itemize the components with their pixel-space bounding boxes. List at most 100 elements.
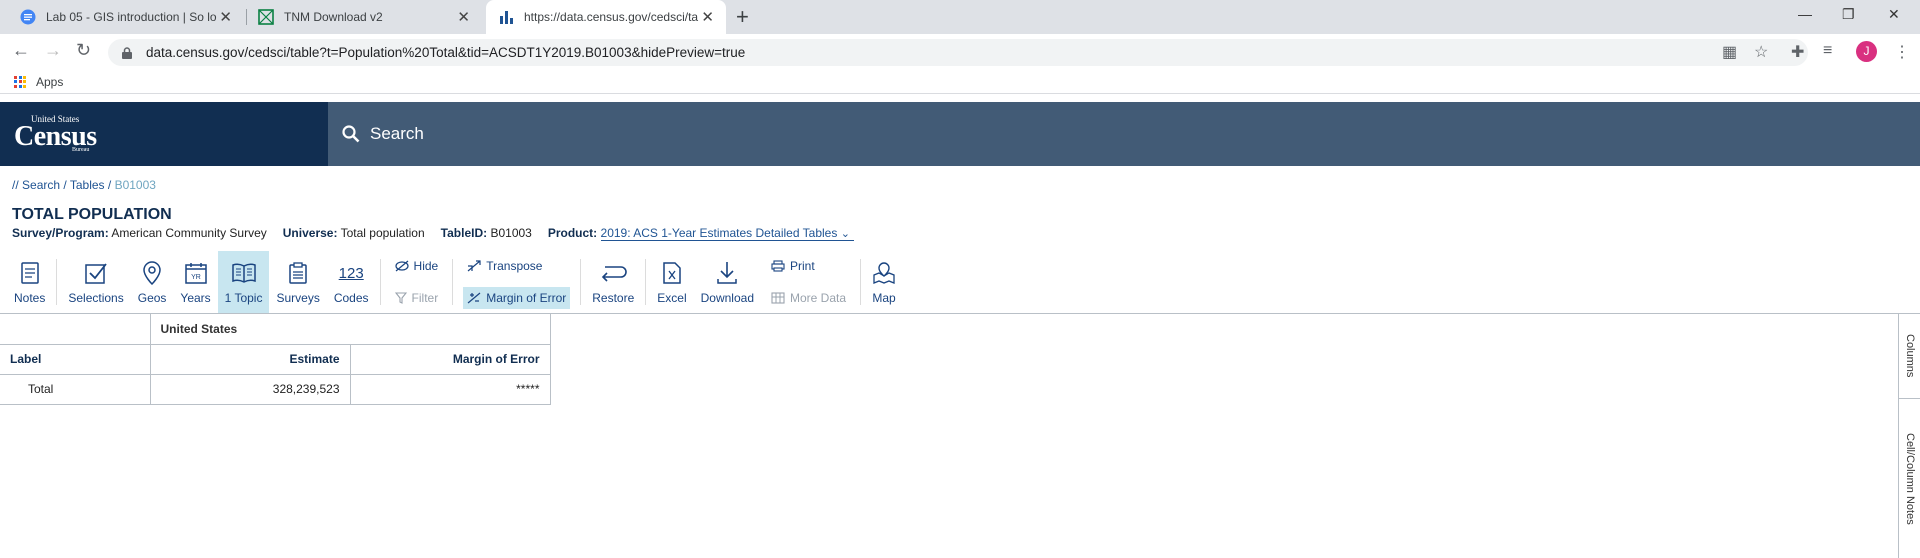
row-estimate: 328,239,523 bbox=[149, 373, 351, 405]
browser-tab-tnm[interactable]: TNM Download v2 ✕ bbox=[246, 0, 482, 34]
codes-button[interactable]: 123 Codes bbox=[327, 251, 376, 313]
calendar-icon: YR bbox=[184, 259, 207, 287]
browser-tab-census[interactable]: https://data.census.gov/cedsci/ta ✕ bbox=[486, 0, 726, 34]
selections-button[interactable]: Selections bbox=[61, 251, 130, 313]
minimize-icon[interactable]: — bbox=[1798, 6, 1812, 22]
breadcrumb-current: B01003 bbox=[114, 178, 156, 192]
extensions-icon[interactable]: ✚ bbox=[1791, 42, 1804, 62]
search-icon bbox=[342, 125, 360, 143]
address-bar[interactable]: data.census.gov/cedsci/table?t=Populatio… bbox=[108, 39, 1808, 66]
cell-notes-tab[interactable]: Cell/Column Notes bbox=[1899, 399, 1920, 558]
reload-icon[interactable]: ↻ bbox=[76, 40, 91, 61]
book-icon bbox=[231, 259, 256, 287]
hide-button[interactable]: Hide bbox=[391, 255, 443, 277]
tableid-label: TableID: bbox=[440, 226, 488, 240]
restore-button[interactable]: Restore bbox=[585, 251, 641, 313]
site-search-bar[interactable]: Search bbox=[328, 102, 1920, 166]
breadcrumb: // Search / Tables / B01003 bbox=[12, 178, 156, 192]
restore-window-icon[interactable]: ❐ bbox=[1842, 6, 1855, 23]
close-tab-icon[interactable]: ✕ bbox=[457, 8, 470, 26]
survey-label: Survey/Program: bbox=[12, 226, 109, 240]
menu-kebab-icon[interactable]: ⋮ bbox=[1894, 42, 1910, 62]
spreadsheet-icon bbox=[663, 259, 681, 287]
geo-header: United States bbox=[149, 314, 551, 345]
lock-icon bbox=[122, 46, 132, 59]
more-data-button[interactable]: More Data bbox=[767, 287, 850, 309]
transpose-moe-group: Transpose Margin of Error bbox=[457, 251, 576, 313]
page-title: TOTAL POPULATION bbox=[12, 206, 172, 223]
breadcrumb-tables-link[interactable]: Tables bbox=[70, 178, 105, 192]
product-dropdown[interactable]: 2019: ACS 1-Year Estimates Detailed Tabl… bbox=[600, 226, 854, 241]
tab-title: https://data.census.gov/cedsci/ta bbox=[524, 10, 699, 24]
close-tab-icon[interactable]: ✕ bbox=[701, 8, 714, 26]
chevron-down-icon: ⌄ bbox=[840, 228, 850, 240]
print-button[interactable]: Print bbox=[767, 255, 850, 277]
search-label: Search bbox=[370, 124, 424, 143]
checkbox-icon bbox=[85, 259, 107, 287]
bookmark-star-icon[interactable]: ☆ bbox=[1754, 42, 1768, 62]
forward-icon[interactable]: → bbox=[44, 40, 62, 61]
surveys-button[interactable]: Surveys bbox=[269, 251, 326, 313]
transpose-label: Transpose bbox=[486, 259, 543, 273]
print-moredata-group: Print More Data bbox=[761, 251, 856, 313]
census-logo[interactable]: United States Census Bureau bbox=[0, 102, 328, 166]
years-button[interactable]: YR Years bbox=[173, 251, 217, 313]
notes-button[interactable]: Notes bbox=[0, 251, 52, 313]
download-label: Download bbox=[700, 291, 754, 305]
apps-icon[interactable] bbox=[14, 75, 26, 88]
new-tab-icon[interactable]: + bbox=[736, 4, 749, 30]
back-icon[interactable]: ← bbox=[12, 40, 30, 61]
browser-toolbar: ← → ↻ data.census.gov/cedsci/table?t=Pop… bbox=[0, 34, 1920, 70]
tnm-icon bbox=[258, 9, 274, 25]
filter-icon bbox=[394, 292, 407, 304]
geos-label: Geos bbox=[137, 291, 167, 305]
table-row: Total 328,239,523 ***** bbox=[0, 373, 551, 405]
filter-button[interactable]: Filter bbox=[391, 287, 443, 309]
breadcrumb-prefix: // bbox=[12, 178, 19, 192]
row-label: Total bbox=[0, 373, 151, 405]
close-tab-icon[interactable]: ✕ bbox=[219, 8, 232, 26]
undo-icon bbox=[599, 259, 627, 287]
svg-text:YR: YR bbox=[191, 274, 201, 281]
table-toolbar: Notes Selections Geos YR Years 1 Topic S… bbox=[0, 251, 903, 313]
tableid-value: B01003 bbox=[490, 226, 532, 240]
topic-label: 1 Topic bbox=[224, 291, 263, 305]
print-label: Print bbox=[790, 259, 815, 273]
map-label: Map bbox=[872, 291, 896, 305]
media-icon[interactable]: ≡ bbox=[1823, 42, 1832, 60]
avatar[interactable]: J bbox=[1856, 41, 1877, 62]
breadcrumb-search-link[interactable]: Search bbox=[22, 178, 60, 192]
row-moe: ***** bbox=[349, 373, 551, 405]
clipboard-icon bbox=[289, 259, 307, 287]
excel-label: Excel bbox=[657, 291, 687, 305]
empty-header-cell bbox=[0, 314, 151, 345]
geos-button[interactable]: Geos bbox=[131, 251, 174, 313]
topic-button[interactable]: 1 Topic bbox=[217, 251, 270, 313]
label-header[interactable]: Label bbox=[0, 343, 151, 375]
excel-button[interactable]: Excel bbox=[650, 251, 693, 313]
survey-value: American Community Survey bbox=[111, 226, 267, 240]
product-label: Product: bbox=[547, 226, 598, 240]
logo-bottom-text: Bureau bbox=[72, 147, 90, 153]
moe-header[interactable]: Margin of Error bbox=[349, 343, 551, 375]
url-text: data.census.gov/cedsci/table?t=Populatio… bbox=[146, 45, 746, 60]
data-table: United States Label Estimate Margin of E… bbox=[0, 314, 551, 405]
selections-label: Selections bbox=[68, 291, 124, 305]
map-button[interactable]: Map bbox=[865, 251, 903, 313]
estimate-header[interactable]: Estimate bbox=[149, 343, 351, 375]
columns-tab[interactable]: Columns bbox=[1899, 314, 1920, 399]
margin-of-error-label: Margin of Error bbox=[486, 291, 567, 305]
transpose-icon bbox=[467, 260, 481, 272]
apps-bookmark[interactable]: Apps bbox=[36, 75, 63, 89]
eye-slash-icon bbox=[394, 260, 409, 272]
transpose-button[interactable]: Transpose bbox=[463, 255, 570, 277]
qr-code-icon[interactable]: ▦ bbox=[1722, 42, 1737, 62]
close-window-icon[interactable]: ✕ bbox=[1888, 6, 1900, 23]
tab-title: TNM Download v2 bbox=[284, 10, 383, 24]
hide-filter-group: Hide Filter bbox=[385, 251, 449, 313]
restore-label: Restore bbox=[592, 291, 635, 305]
margin-of-error-button[interactable]: Margin of Error bbox=[463, 287, 571, 309]
download-button[interactable]: Download bbox=[694, 251, 761, 313]
breadcrumb-separator: / bbox=[63, 178, 67, 192]
browser-tab-lab05[interactable]: Lab 05 - GIS introduction | So lo ✕ bbox=[8, 0, 244, 34]
